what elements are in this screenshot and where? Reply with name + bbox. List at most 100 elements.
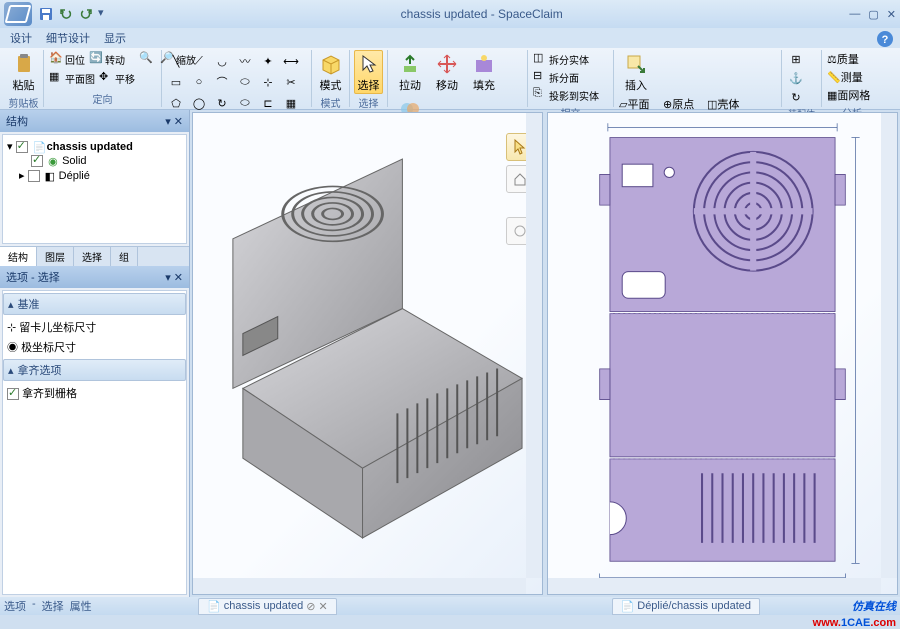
help-button[interactable]: ? <box>876 30 894 48</box>
fill-button[interactable]: 填充 <box>466 50 502 94</box>
tab-pin-icon[interactable]: ⊘ ✕ <box>306 600 328 613</box>
component-icon: ◧ <box>45 170 57 182</box>
panel-tabs: 结构 图层 选择 组 <box>0 246 189 266</box>
group-select-label: 选择 <box>354 94 383 111</box>
save-icon[interactable] <box>38 6 54 22</box>
spin-button[interactable]: 🔄转动 <box>88 50 126 68</box>
sketch-line-icon[interactable]: ╲ <box>166 52 186 70</box>
checkbox-icon[interactable] <box>16 141 28 153</box>
polar-icon: ◉ <box>7 342 18 354</box>
menu-detail[interactable]: 细节设计 <box>46 30 90 46</box>
panel-menu-icon[interactable]: ▾ ✕ <box>165 271 183 284</box>
options-panel-header: 选项 - 选择▾ ✕ <box>0 266 189 288</box>
window-title: chassis updated - SpaceClaim <box>114 7 849 21</box>
solid-icon: ◉ <box>48 155 60 167</box>
sketch-ellipse-icon[interactable]: ⬭ <box>235 73 255 91</box>
tab-select[interactable]: 选择 <box>74 247 111 266</box>
tree-item-solid[interactable]: ◉Solid <box>7 154 182 168</box>
sketch-trim-icon[interactable]: ✂ <box>281 73 301 91</box>
mass-button[interactable]: ⚖质量 <box>826 50 884 68</box>
orient-icon: ↻ <box>791 91 800 104</box>
pull-button[interactable]: 拉动 <box>392 50 428 94</box>
undo-icon[interactable] <box>58 6 74 22</box>
plan-button[interactable]: ▦平面图 <box>48 69 96 87</box>
workspace: 结构▾ ✕ ▾ 📄chassis updated ◉Solid ▸ ◧Dépli… <box>0 110 900 597</box>
tree-item-deplie[interactable]: ▸ ◧Déplié <box>7 168 182 183</box>
vertical-scrollbar[interactable] <box>881 113 897 578</box>
options-group-snap[interactable]: ▴拿齐选项 <box>3 359 186 381</box>
origin-icon: ⊕ <box>663 98 672 111</box>
panel-menu-icon[interactable]: ▾ ✕ <box>165 115 183 128</box>
structure-panel-header: 结构▾ ✕ <box>0 110 189 132</box>
option-cartesian[interactable]: ⊹ 留卡儿坐标尺寸 <box>3 317 186 337</box>
split-face-button[interactable]: ⊟拆分面 <box>532 68 616 86</box>
minimize-button[interactable]: — <box>849 8 860 21</box>
group-mode-label: 模式 <box>316 94 345 111</box>
split-body-button[interactable]: ◫拆分实体 <box>532 50 616 68</box>
title-bar: ▾ chassis updated - SpaceClaim — ▢ ✕ <box>0 0 900 28</box>
select-button[interactable]: 选择 <box>354 50 383 94</box>
sketch-ref-icon[interactable]: ⊹ <box>258 73 278 91</box>
app-logo[interactable] <box>4 2 32 26</box>
view-3d[interactable] <box>192 112 543 595</box>
align-icon: ⊞ <box>791 53 800 66</box>
option-polar[interactable]: ◉ 极坐标尺寸 <box>3 337 186 357</box>
checkbox-icon[interactable] <box>28 170 40 182</box>
sketch-circle-icon[interactable]: ○ <box>189 73 209 91</box>
rotate-icon: 🔄 <box>89 51 105 67</box>
sketch-dim-icon[interactable]: ⟷ <box>281 52 301 70</box>
home-icon: 🏠 <box>49 51 65 67</box>
paste-button[interactable]: 粘贴 <box>8 50 39 94</box>
plan-icon: ▦ <box>49 70 65 86</box>
orient-button[interactable]: ↻ <box>786 88 806 106</box>
plane-icon: ▱ <box>619 98 627 111</box>
redo-icon[interactable] <box>78 6 94 22</box>
maximize-button[interactable]: ▢ <box>868 8 878 21</box>
horizontal-scrollbar[interactable] <box>193 578 526 594</box>
zoombox-button[interactable]: 🔍 <box>137 50 157 68</box>
mode-button[interactable]: 模式 <box>316 50 345 94</box>
pan-icon: ✥ <box>99 70 115 86</box>
checkbox-icon[interactable] <box>7 388 19 400</box>
doc-tab-1[interactable]: 📄chassis updated⊘ ✕ <box>198 598 337 615</box>
tree-root[interactable]: ▾ 📄chassis updated <box>7 139 182 154</box>
sketch-spline-icon[interactable]: 〰 <box>235 52 255 70</box>
move-button[interactable]: 移动 <box>429 50 465 94</box>
sketch-arc3-icon[interactable]: ◡ <box>212 52 232 70</box>
pan-button[interactable]: ✥平移 <box>98 69 136 87</box>
status-tab-select[interactable]: 选择 <box>42 598 64 614</box>
status-tab-attrs[interactable]: 属性 <box>70 598 92 614</box>
insert-button[interactable]: 插入 <box>618 50 654 94</box>
status-tab-options[interactable]: 选项 <box>4 598 26 614</box>
menu-design[interactable]: 设计 <box>10 30 32 46</box>
model-flat <box>548 113 897 594</box>
insert-icon <box>624 52 648 76</box>
options-group-basis[interactable]: ▴基准 <box>3 293 186 315</box>
measure-button[interactable]: 📏测量 <box>826 68 884 86</box>
qat-dropdown-icon[interactable]: ▾ <box>98 6 114 22</box>
project-button[interactable]: ⎘投影到实体 <box>532 86 616 104</box>
sketch-arc-icon[interactable]: ⌒ <box>212 73 232 91</box>
menu-display[interactable]: 显示 <box>104 30 126 46</box>
view-flat[interactable] <box>547 112 898 595</box>
home-button[interactable]: 🏠回位 <box>48 50 86 68</box>
project-icon: ⎘ <box>533 87 549 103</box>
sketch-point-icon[interactable]: ✦ <box>258 52 278 70</box>
close-button[interactable]: ✕ <box>887 8 896 21</box>
tab-structure[interactable]: 结构 <box>0 247 37 266</box>
group-clipboard-label: 剪贴板 <box>8 94 39 111</box>
tab-group[interactable]: 组 <box>111 247 138 266</box>
option-snap-grid[interactable]: 拿齐到栅格 <box>3 383 186 403</box>
sketch-tangent-icon[interactable]: ⟋ <box>189 52 209 70</box>
doc-tab-2[interactable]: 📄Déplié/chassis updated <box>612 598 760 615</box>
horizontal-scrollbar[interactable] <box>548 578 881 594</box>
svg-text:?: ? <box>882 34 889 46</box>
checkbox-icon[interactable] <box>31 155 43 167</box>
sketch-rect-icon[interactable]: ▭ <box>166 73 186 91</box>
tab-layer[interactable]: 图层 <box>37 247 74 266</box>
align-button[interactable]: ⊞ <box>786 50 806 68</box>
mesh-button[interactable]: ▦面网格 <box>826 86 884 104</box>
vertical-scrollbar[interactable] <box>526 113 542 578</box>
structure-tree[interactable]: ▾ 📄chassis updated ◉Solid ▸ ◧Déplié <box>2 134 187 244</box>
anchor-button[interactable]: ⚓ <box>786 69 806 87</box>
